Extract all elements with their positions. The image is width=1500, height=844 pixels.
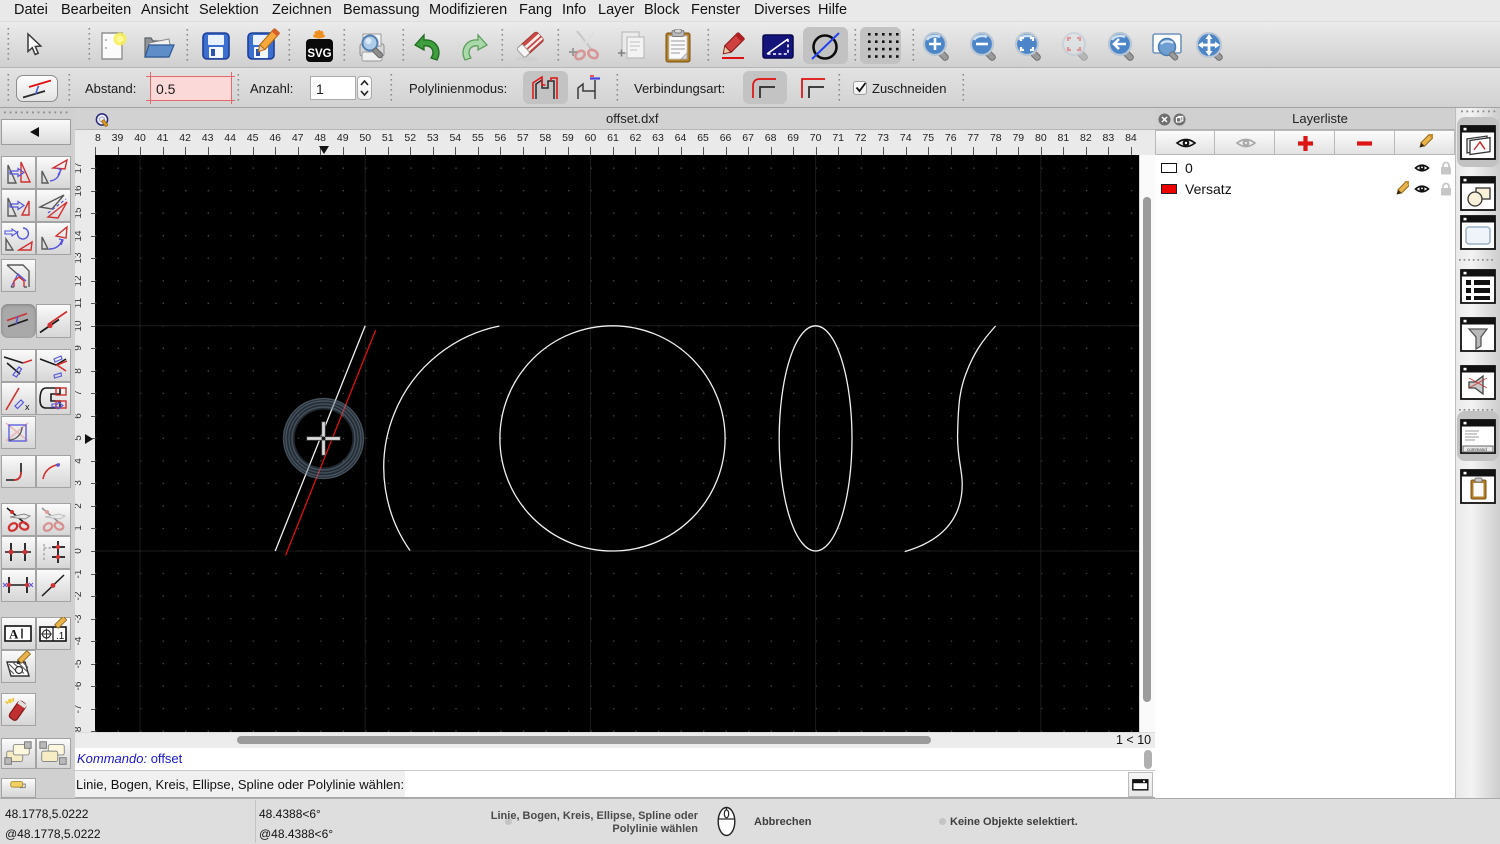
svg-text:x: x	[25, 402, 30, 412]
svg-text:.1: .1	[56, 631, 65, 642]
svg-text:command: command	[1467, 447, 1487, 452]
svg-text:A: A	[9, 627, 19, 642]
svg-text:SVG: SVG	[307, 48, 331, 60]
